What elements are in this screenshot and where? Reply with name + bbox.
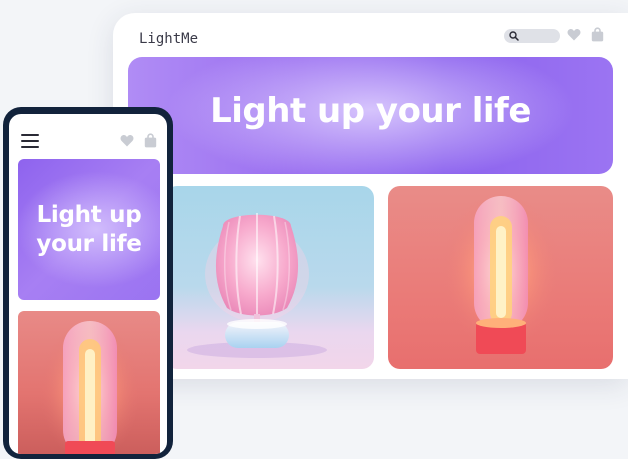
- mobile-hero-banner: Light up your life: [18, 159, 160, 300]
- hero-title: Light up your life: [210, 91, 531, 131]
- mobile-hero-title-line2: your life: [36, 231, 142, 257]
- heart-icon[interactable]: [120, 134, 134, 147]
- capsule-lamp-image: [441, 193, 561, 354]
- hero-banner: Light up your life: [128, 57, 613, 174]
- product-card-capsule-lamp[interactable]: [388, 186, 613, 369]
- mobile-hero-title-line1: Light up: [36, 202, 142, 228]
- search-input[interactable]: [504, 29, 560, 43]
- capsule-lamp-image: [40, 321, 140, 454]
- search-icon: [509, 31, 519, 41]
- pink-ribbed-lamp-image: [187, 213, 327, 358]
- brand-logo[interactable]: LightMe: [139, 31, 198, 47]
- hamburger-menu-icon[interactable]: [21, 134, 39, 148]
- product-card-pink-lamp[interactable]: [165, 186, 374, 369]
- shopping-bag-icon[interactable]: [144, 133, 157, 148]
- mobile-product-card-capsule-lamp[interactable]: [18, 311, 160, 454]
- mobile-hero-title: Light up your life: [18, 201, 160, 259]
- shopping-bag-icon[interactable]: [591, 27, 604, 42]
- heart-icon[interactable]: [567, 28, 581, 41]
- desktop-window: LightMe Light up your life: [113, 13, 628, 379]
- mobile-screen: Light up your life: [9, 114, 167, 454]
- mobile-phone-frame: Light up your life: [3, 107, 173, 459]
